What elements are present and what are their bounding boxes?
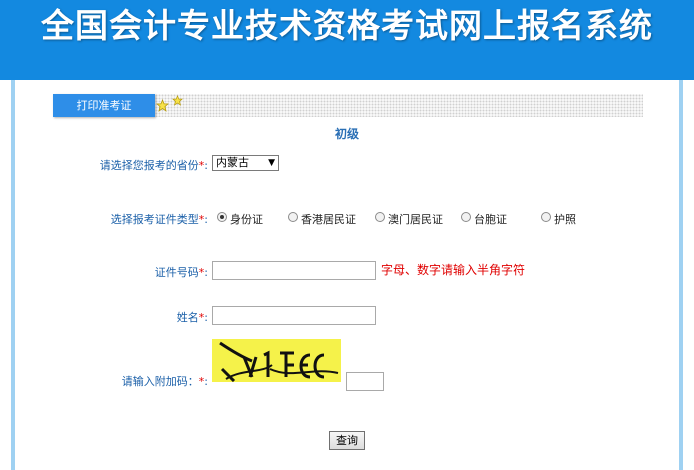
query-button[interactable]: 查询 — [329, 431, 365, 450]
tab-print-admission[interactable]: 打印准考证 — [53, 94, 155, 117]
radio-label-hk-permit: 香港居民证 — [301, 213, 356, 226]
id-number-input[interactable] — [212, 261, 376, 280]
id-number-hint: 字母、数字请输入半角字符 — [381, 263, 526, 277]
exam-level: 初级 — [334, 127, 359, 141]
radio-passport[interactable] — [541, 212, 551, 222]
province-label: 请选择您报考的省份*: — [99, 159, 208, 172]
star-icon — [172, 95, 185, 108]
radio-label-id-card: 身份证 — [230, 213, 263, 226]
province-select-value: 内蒙古 — [216, 156, 249, 169]
name-input[interactable] — [212, 306, 376, 325]
radio-label-macau-permit: 澳门居民证 — [388, 213, 443, 226]
radio-taiwan-permit[interactable] — [461, 212, 471, 222]
header-banner: 全国会计专业技术资格考试网上报名系统 — [0, 0, 694, 80]
id-number-label: 证件号码*: — [154, 266, 208, 279]
name-label: 姓名*: — [176, 311, 208, 324]
captcha-input[interactable] — [346, 372, 384, 391]
chevron-down-icon: ▼ — [268, 158, 275, 168]
radio-label-taiwan-permit: 台胞证 — [474, 213, 507, 226]
star-icon — [156, 99, 169, 112]
radio-label-passport: 护照 — [554, 213, 576, 226]
radio-id-card[interactable] — [217, 212, 227, 222]
captcha-image[interactable] — [212, 339, 341, 382]
page-title: 全国会计专业技术资格考试网上报名系统 — [41, 6, 653, 45]
id-type-label: 选择报考证件类型*: — [110, 213, 208, 226]
radio-hk-permit[interactable] — [288, 212, 298, 222]
radio-macau-permit[interactable] — [375, 212, 385, 222]
captcha-label: 请输入附加码：*: — [121, 375, 208, 388]
province-select[interactable]: 内蒙古 ▼ — [212, 155, 279, 171]
